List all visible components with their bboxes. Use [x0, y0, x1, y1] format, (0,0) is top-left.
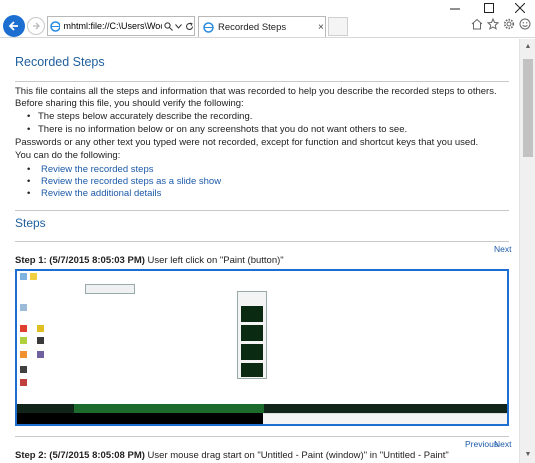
- can-do-text: You can do the following:: [15, 150, 121, 161]
- list-item: The steps below accurately describe the …: [27, 111, 252, 122]
- ie-page-icon: [50, 20, 61, 32]
- divider: [15, 81, 509, 82]
- scrollbar-thumb[interactable]: [523, 59, 533, 157]
- address-text[interactable]: mhtml:file://C:\Users\Wood: [63, 21, 162, 31]
- browser-titlebar: mhtml:file://C:\Users\Wood Recorded Step…: [0, 0, 535, 38]
- divider: [15, 210, 509, 211]
- step-2-timestamp: Step 2: (5/7/2015 8:05:08 PM): [15, 450, 145, 461]
- maximize-button[interactable]: [474, 0, 504, 16]
- taskbar-highlight: [74, 404, 264, 413]
- list-item: There is no information below or on any …: [27, 124, 407, 135]
- graph-thumbnail: [241, 325, 263, 341]
- tab-recorded-steps[interactable]: Recorded Steps ×: [198, 16, 326, 37]
- scroll-down-icon[interactable]: ▼: [524, 451, 532, 459]
- scroll-up-icon[interactable]: ▲: [524, 43, 532, 51]
- desktop-icon: [20, 366, 27, 373]
- step-1-screenshot[interactable]: [15, 269, 509, 426]
- step-2-description: Step 2: (5/7/2015 8:05:08 PM) User mouse…: [15, 450, 449, 461]
- vertical-scrollbar[interactable]: ▲ ▼: [519, 39, 535, 463]
- back-button[interactable]: [3, 15, 25, 37]
- desktop-icon: [37, 351, 44, 358]
- link-additional-details[interactable]: Review the additional details: [27, 188, 161, 199]
- page-content: Recorded Steps This file contains all th…: [0, 39, 519, 463]
- desktop-icon: [20, 273, 27, 280]
- tab-label: Recorded Steps: [218, 21, 287, 33]
- maximize-icon: [484, 3, 494, 13]
- divider: [15, 436, 509, 437]
- step-2-action: User mouse drag start on "Untitled - Pai…: [144, 450, 449, 461]
- steps-heading: Steps: [15, 216, 46, 230]
- address-bar[interactable]: mhtml:file://C:\Users\Wood: [47, 16, 195, 36]
- star-icon[interactable]: [486, 17, 500, 31]
- page-title: Recorded Steps: [15, 55, 105, 69]
- graph-thumbnail: [241, 306, 263, 322]
- note-text: Passwords or any other text you typed we…: [15, 137, 479, 148]
- close-icon: [515, 3, 525, 13]
- desktop-icon: [20, 304, 27, 311]
- desktop-icon: [20, 351, 27, 358]
- desktop-icon: [37, 325, 44, 332]
- arrow-left-icon: [8, 21, 18, 31]
- desktop-icon: [37, 337, 44, 344]
- chevron-down-icon[interactable]: [174, 19, 184, 33]
- desktop-icon: [20, 325, 27, 332]
- next-link[interactable]: Next: [494, 244, 511, 254]
- step-1-description: Step 1: (5/7/2015 8:05:03 PM) User left …: [15, 255, 284, 266]
- divider: [15, 241, 509, 242]
- gear-icon[interactable]: [502, 17, 516, 31]
- graph-thumbnail: [241, 363, 263, 377]
- taskbar-right: [263, 413, 507, 424]
- new-tab-button[interactable]: [328, 17, 348, 36]
- next-link[interactable]: Next: [494, 439, 511, 449]
- smiley-icon[interactable]: [518, 17, 532, 31]
- link-review-steps[interactable]: Review the recorded steps: [27, 164, 154, 175]
- desktop-icon: [20, 379, 27, 386]
- intro-text: This file contains all the steps and inf…: [15, 86, 497, 97]
- home-icon[interactable]: [470, 17, 484, 31]
- arrow-right-icon: [33, 22, 40, 30]
- graph-thumbnail: [241, 344, 263, 360]
- minimize-button[interactable]: [440, 0, 470, 16]
- ie-page-icon: [203, 21, 214, 33]
- desktop-icon: [20, 337, 27, 344]
- search-icon[interactable]: [163, 19, 173, 33]
- step-1-timestamp: Step 1: (5/7/2015 8:05:03 PM): [15, 255, 145, 266]
- step-1-action: User left click on "Paint (button)": [144, 255, 284, 266]
- close-window-button[interactable]: [505, 0, 535, 16]
- mini-window: [85, 284, 135, 294]
- mini-window: [237, 291, 267, 379]
- tab-close-button[interactable]: ×: [318, 22, 324, 33]
- refresh-icon[interactable]: [184, 19, 194, 33]
- intro-verify-text: Before sharing this file, you should ver…: [15, 98, 244, 109]
- link-slide-show[interactable]: Review the recorded steps as a slide sho…: [27, 176, 221, 187]
- forward-button[interactable]: [27, 17, 45, 35]
- minimize-icon: [450, 8, 460, 10]
- taskbar-lower: [17, 413, 263, 424]
- desktop-icon: [30, 273, 37, 280]
